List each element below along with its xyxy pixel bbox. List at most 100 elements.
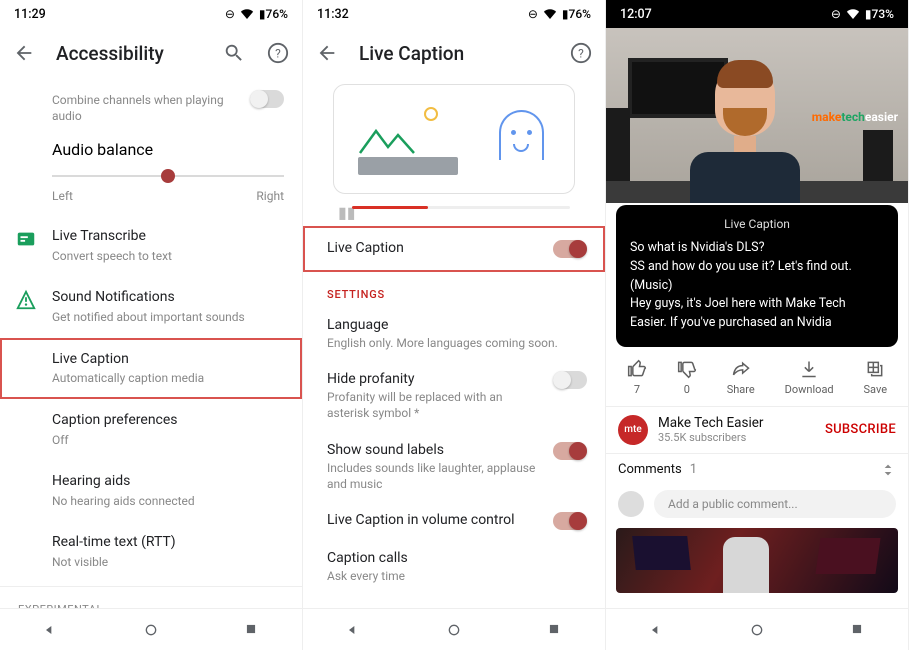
like-button[interactable]: 7 <box>627 359 647 396</box>
nav-home-icon[interactable] <box>749 622 765 638</box>
sound-notifications-icon <box>14 288 38 312</box>
channel-avatar: mte <box>618 415 648 445</box>
row-rtt[interactable]: Real-time text (RTT) Not visible <box>0 521 302 582</box>
help-button[interactable]: ? <box>569 41 593 65</box>
row-sound-notifications[interactable]: Sound Notifications Get notified about i… <box>0 276 302 337</box>
live-transcribe-icon <box>14 227 38 251</box>
wifi-icon <box>240 9 254 19</box>
phone-live-caption-settings: 11:32 ⊖ ▮76% Live Caption ? ▮▮ Live <box>303 0 606 650</box>
video-player[interactable]: maketecheasier <box>606 28 908 203</box>
share-button[interactable]: Share <box>727 359 755 396</box>
row-volume-control[interactable]: Live Caption in volume control <box>303 502 605 540</box>
battery-pct: 76% <box>266 7 288 21</box>
combine-channels-toggle[interactable] <box>250 90 284 108</box>
phone-accessibility: 11:29 ⊖ ▮76% Accessibility ? Combine cha… <box>0 0 303 650</box>
row-caption-calls[interactable]: Caption calls Ask every time <box>303 540 605 594</box>
vol-ctrl-toggle[interactable] <box>553 512 587 530</box>
svg-text:?: ? <box>578 47 584 61</box>
clock: 11:29 <box>14 7 46 22</box>
row-sound-labels[interactable]: Show sound labels Includes sounds like l… <box>303 432 605 502</box>
nav-recents-icon[interactable] <box>547 622 563 638</box>
live-caption-illustration: ▮▮ <box>333 84 575 222</box>
help-button[interactable]: ? <box>266 41 290 65</box>
battery-pct: 73% <box>872 7 894 21</box>
caption-title: Live Caption <box>630 215 884 233</box>
row-combine-channels[interactable]: Combine channels when playing audio <box>0 78 302 136</box>
status-bar: 11:32 ⊖ ▮76% <box>303 0 605 28</box>
dnd-icon: ⊖ <box>831 7 841 21</box>
row-hearing-aids[interactable]: Hearing aids No hearing aids connected <box>0 460 302 521</box>
profanity-title: Hide profanity <box>327 371 543 387</box>
dislike-button[interactable]: 0 <box>677 359 697 396</box>
language-sub: English only. More languages coming soon… <box>327 335 577 351</box>
experimental-header: EXPERIMENTAL <box>0 591 302 608</box>
channel-row[interactable]: mte Make Tech Easier 35.5K subscribers S… <box>606 406 908 454</box>
row-live-caption[interactable]: Live Caption Automatically caption media <box>0 338 302 399</box>
settings-header: SETTINGS <box>303 272 605 307</box>
app-header: Live Caption ? <box>303 28 605 78</box>
audio-balance-slider[interactable] <box>52 167 284 185</box>
live-caption-overlay[interactable]: Live Caption So what is Nvidia's DLS? SS… <box>616 205 898 347</box>
watermark: maketecheasier <box>812 110 898 124</box>
nav-back-icon[interactable] <box>345 622 361 638</box>
live-transcribe-sub: Convert speech to text <box>52 248 172 264</box>
nav-back-icon[interactable] <box>648 622 664 638</box>
status-bar: 12:07 ⊖ ▮73% <box>606 0 908 28</box>
sound-labels-toggle[interactable] <box>553 442 587 460</box>
rtt-sub: Not visible <box>52 554 176 570</box>
audio-balance-title: Audio balance <box>52 140 284 159</box>
thumbs-down-icon <box>677 359 697 379</box>
caption-calls-title: Caption calls <box>327 550 577 566</box>
live-caption-sub: Automatically caption media <box>52 370 204 386</box>
comment-input[interactable]: Add a public comment... <box>654 490 896 518</box>
dnd-icon: ⊖ <box>225 7 235 21</box>
dislike-count: 0 <box>684 383 690 396</box>
sound-notifications-title: Sound Notifications <box>52 288 245 307</box>
sound-notifications-sub: Get notified about important sounds <box>52 309 245 325</box>
comments-header[interactable]: Comments 1 <box>606 454 908 486</box>
wifi-icon <box>543 9 557 19</box>
app-header: Accessibility ? <box>0 28 302 78</box>
nav-home-icon[interactable] <box>143 622 159 638</box>
nav-bar <box>606 608 908 650</box>
channel-name: Make Tech Easier <box>658 415 764 431</box>
live-caption-toggle[interactable] <box>553 240 587 258</box>
sound-labels-title: Show sound labels <box>327 442 543 458</box>
download-icon <box>799 359 819 379</box>
caption-pref-title: Caption preferences <box>52 411 178 430</box>
row-caption-preferences[interactable]: Caption preferences Off <box>0 399 302 460</box>
svg-text:?: ? <box>275 47 281 61</box>
nav-recents-icon[interactable] <box>244 622 260 638</box>
row-hide-profanity[interactable]: Hide profanity Profanity will be replace… <box>303 361 605 431</box>
battery-icon: ▮ <box>562 7 569 21</box>
next-video-thumbnail[interactable] <box>616 528 898 593</box>
back-button[interactable] <box>12 41 36 65</box>
comments-count: 1 <box>690 462 697 477</box>
download-label: Download <box>785 383 834 396</box>
row-live-transcribe[interactable]: Live Transcribe Convert speech to text <box>0 215 302 276</box>
clock: 12:07 <box>620 7 652 22</box>
sort-icon[interactable] <box>880 462 896 478</box>
row-live-caption-toggle[interactable]: Live Caption <box>303 226 605 272</box>
nav-home-icon[interactable] <box>446 622 462 638</box>
download-button[interactable]: Download <box>785 359 834 396</box>
sound-labels-sub: Includes sounds like laughter, applause … <box>327 460 543 492</box>
caption-line: So what is Nvidia's DLS? <box>630 239 884 258</box>
combine-channels-sub: Combine channels when playing audio <box>52 92 250 124</box>
row-language[interactable]: Language English only. More languages co… <box>303 307 605 361</box>
nav-recents-icon[interactable] <box>850 622 866 638</box>
search-button[interactable] <box>222 41 246 65</box>
status-bar: 11:29 ⊖ ▮76% <box>0 0 302 28</box>
profanity-toggle[interactable] <box>553 371 587 389</box>
comments-label: Comments <box>618 462 682 477</box>
save-icon <box>865 359 885 379</box>
nav-back-icon[interactable] <box>42 622 58 638</box>
caption-line: SS and how do you use it? Let's find out… <box>630 258 884 277</box>
subscribe-button[interactable]: SUBSCRIBE <box>825 422 896 437</box>
save-button[interactable]: Save <box>864 359 888 396</box>
live-caption-title: Live Caption <box>52 350 204 369</box>
caption-line: Hey guys, it's Joel here with Make Tech … <box>630 295 884 333</box>
back-button[interactable] <box>315 41 339 65</box>
page-title: Live Caption <box>359 42 464 65</box>
language-title: Language <box>327 317 577 333</box>
